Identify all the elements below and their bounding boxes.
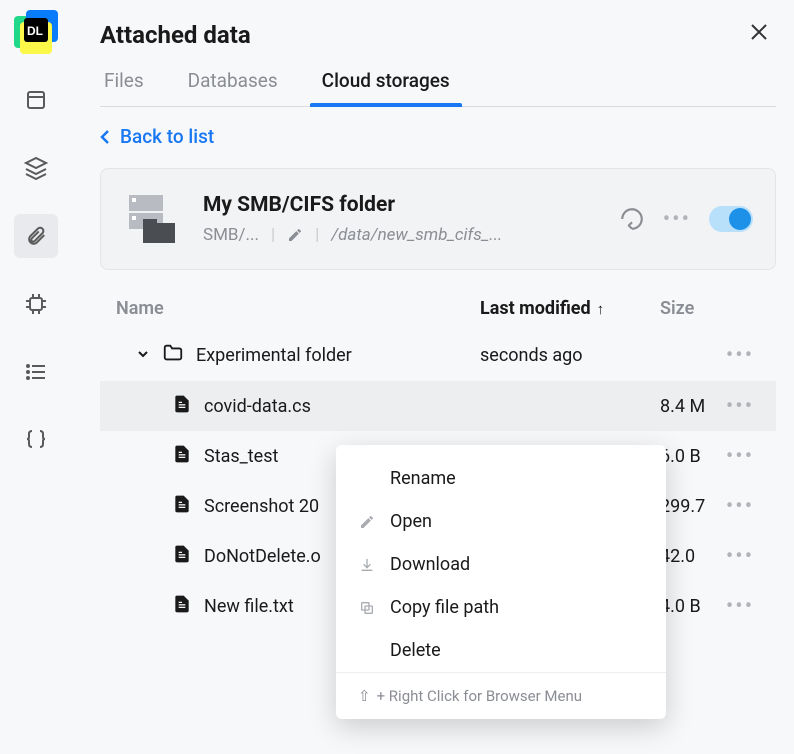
row-size: 8.4 M (660, 396, 720, 417)
storage-server-icon (123, 191, 179, 247)
blank-icon (358, 470, 376, 488)
row-name: Stas_test (204, 446, 278, 467)
rail-attach-icon[interactable] (14, 214, 58, 258)
ctx-footer-hint: ⇧ + Right Click for Browser Menu (336, 672, 666, 719)
copy-icon (358, 599, 376, 617)
table-row[interactable]: covid-data.cs 8.4 M ••• (100, 381, 776, 431)
row-more-button[interactable]: ••• (720, 494, 760, 519)
row-more-button[interactable]: ••• (720, 394, 760, 419)
tab-cloud-storages[interactable]: Cloud storages (318, 69, 454, 106)
download-icon (358, 556, 376, 574)
sort-asc-icon: ↑ (597, 300, 605, 318)
rail-layers-icon[interactable] (14, 146, 58, 190)
ctx-footer-label: + Right Click for Browser Menu (377, 687, 582, 705)
shift-key-icon: ⇧ (358, 687, 371, 705)
file-icon (172, 494, 192, 519)
folder-icon (162, 342, 184, 369)
storage-card: My SMB/CIFS folder SMB/... | | /data/new… (100, 168, 776, 270)
row-size: 4.0 B (660, 596, 720, 617)
ctx-rename[interactable]: Rename (336, 457, 666, 500)
tabs-bar: Files Databases Cloud storages (100, 69, 776, 107)
ctx-copy-path-label: Copy file path (390, 597, 499, 618)
row-size: 6.0 B (660, 446, 720, 467)
table-row[interactable]: Experimental folder seconds ago ••• (100, 329, 776, 381)
ctx-open[interactable]: Open (336, 500, 666, 543)
row-more-button[interactable]: ••• (720, 343, 760, 368)
chevron-down-icon[interactable] (136, 345, 150, 366)
ctx-download[interactable]: Download (336, 543, 666, 586)
file-icon (172, 444, 192, 469)
ctx-delete-label: Delete (390, 640, 441, 661)
row-more-button[interactable]: ••• (720, 444, 760, 469)
ctx-rename-label: Rename (390, 468, 456, 489)
storage-enabled-toggle[interactable] (709, 206, 753, 232)
table-header: Name Last modified ↑ Size (100, 288, 776, 329)
row-size: 42.0 (660, 546, 720, 567)
left-nav-rail: DL (0, 0, 72, 754)
column-modified-label: Last modified (480, 298, 591, 319)
divider: | (271, 225, 275, 245)
tab-databases[interactable]: Databases (184, 69, 282, 106)
row-name: Screenshot 20 (204, 496, 319, 517)
ctx-open-label: Open (390, 511, 432, 532)
file-icon (172, 544, 192, 569)
rail-chip-icon[interactable] (14, 282, 58, 326)
row-name: DoNotDelete.o (204, 546, 321, 567)
row-more-button[interactable]: ••• (720, 544, 760, 569)
svg-text:DL: DL (27, 24, 43, 38)
file-icon (172, 394, 192, 419)
storage-more-button[interactable]: ••• (663, 207, 691, 232)
back-label: Back to list (120, 125, 214, 148)
row-modified: seconds ago (480, 345, 660, 366)
storage-type: SMB/... (203, 225, 259, 245)
row-more-button[interactable]: ••• (720, 594, 760, 619)
chevron-left-icon (100, 129, 110, 145)
close-button[interactable] (742, 18, 776, 51)
file-icon (172, 594, 192, 619)
row-size: 299.7 (660, 496, 720, 517)
row-name: New file.txt (204, 596, 294, 617)
blank-icon (358, 642, 376, 660)
divider: | (315, 225, 319, 245)
ctx-copy-path[interactable]: Copy file path (336, 586, 666, 629)
back-to-list-link[interactable]: Back to list (100, 125, 776, 148)
edit-storage-button[interactable] (287, 227, 303, 243)
row-name: covid-data.cs (204, 396, 311, 417)
rail-notebook-icon[interactable] (14, 78, 58, 122)
pencil-icon (358, 513, 376, 531)
column-last-modified[interactable]: Last modified ↑ (480, 298, 660, 319)
ctx-download-label: Download (390, 554, 470, 575)
storage-path: /data/new_smb_cifs_... (331, 225, 502, 245)
refresh-button[interactable] (619, 206, 645, 232)
page-title: Attached data (100, 21, 251, 49)
column-name[interactable]: Name (116, 298, 480, 319)
tab-files[interactable]: Files (100, 69, 148, 106)
column-size[interactable]: Size (660, 298, 720, 319)
rail-list-icon[interactable] (14, 350, 58, 394)
storage-name: My SMB/CIFS folder (203, 193, 619, 217)
ctx-delete[interactable]: Delete (336, 629, 666, 672)
rail-braces-icon[interactable] (14, 418, 58, 462)
row-name: Experimental folder (196, 345, 352, 366)
context-menu: Rename Open Download Copy file path Dele… (336, 445, 666, 719)
app-logo: DL (14, 10, 58, 54)
